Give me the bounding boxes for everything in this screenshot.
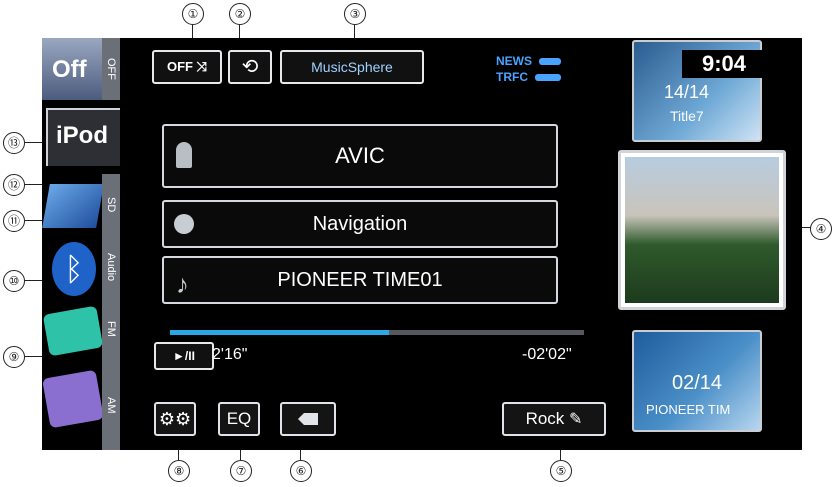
callout-5: ⑤ — [550, 460, 572, 482]
play-pause-label: ►/II — [173, 349, 195, 363]
musicsphere-button[interactable]: MusicSphere — [280, 50, 424, 84]
play-pause-button[interactable]: ►/II — [154, 342, 214, 370]
source-bluetooth-audio[interactable]: ᛒ Audio — [42, 236, 120, 298]
callout-13: ⑬ — [3, 132, 25, 154]
genre-label: Rock — [525, 409, 565, 428]
source-am[interactable]: AM — [42, 360, 120, 450]
next-track-index: 14/14 — [664, 82, 710, 102]
source-audio-tab: Audio — [102, 236, 120, 298]
source-ipod[interactable]: iPod — [42, 104, 120, 166]
news-indicator: NEWS — [496, 54, 562, 68]
album-text: Navigation — [312, 213, 408, 235]
person-icon — [176, 142, 192, 168]
eq-label: EQ — [226, 409, 252, 428]
source-off-tab: OFF — [102, 38, 120, 100]
shuffle-button[interactable]: OFF ⤨ — [152, 50, 222, 84]
back-button[interactable] — [280, 402, 336, 436]
source-off-button-label: Off — [52, 56, 87, 83]
previous-track-title: PIONEER TIM — [646, 402, 731, 417]
back-arrow-icon — [298, 413, 318, 425]
gears-icon: ⚙⚙ — [158, 409, 192, 429]
source-fm-tab: FM — [102, 298, 120, 360]
artist-row[interactable]: AVIC — [162, 124, 558, 188]
remaining-time: -02'02" — [522, 346, 572, 363]
progress-track[interactable] — [170, 330, 584, 335]
source-off[interactable]: Off OFF — [42, 38, 120, 100]
clock: 9:04 — [682, 50, 766, 78]
callout-12: ⑫ — [3, 174, 25, 196]
next-track-title: Title7 — [670, 108, 704, 124]
callout-9: ⑨ — [3, 346, 25, 368]
news-car-icon — [539, 58, 562, 65]
artist-text: AVIC — [335, 143, 385, 168]
elapsed-time: 2'16" — [212, 346, 248, 363]
musicsphere-logo: MusicSphere — [311, 59, 393, 75]
callout-1: ① — [182, 3, 204, 25]
song-row[interactable]: ♪ PIONEER TIME01 — [162, 256, 558, 304]
album-art-image — [625, 157, 779, 303]
next-track-tile[interactable]: 9:04 14/14 Title7 — [632, 40, 766, 142]
song-text: PIONEER TIME01 — [277, 269, 443, 291]
news-label: NEWS — [496, 54, 532, 68]
callout-3: ③ — [344, 3, 366, 25]
callout-8: ⑧ — [168, 460, 190, 482]
previous-track-tile[interactable]: 02/14 PIONEER TIM — [632, 330, 762, 432]
am-radio-icon — [42, 369, 104, 429]
callout-2: ② — [229, 3, 251, 25]
progress-fill — [170, 330, 390, 335]
callout-7: ⑦ — [230, 460, 252, 482]
source-sd-tab: SD — [102, 174, 120, 236]
eq-button[interactable]: EQ — [218, 402, 260, 436]
clock-text: 9:04 — [701, 51, 747, 76]
callout-6: ⑥ — [290, 460, 312, 482]
source-sd[interactable]: SD — [42, 174, 120, 236]
source-fm[interactable]: FM — [42, 298, 120, 360]
settings-button[interactable]: ⚙⚙ — [154, 402, 196, 436]
callout-4: ④ — [810, 218, 832, 240]
bluetooth-icon: ᛒ — [52, 242, 96, 296]
shuffle-label: OFF ⤨ — [166, 59, 207, 74]
trfc-label: TRFC — [496, 70, 528, 84]
source-am-tab: AM — [102, 360, 120, 450]
traffic-indicator: TRFC — [496, 70, 562, 84]
album-row[interactable]: Navigation — [162, 200, 558, 248]
music-note-icon: ♪ — [176, 269, 189, 299]
head-unit-screen: Off OFF iPod SD ᛒ Audio FM AM OFF ⤨ ⟲ Mu… — [42, 38, 802, 450]
genre-button[interactable]: Rock ✎ — [502, 402, 606, 436]
sd-card-icon — [42, 184, 104, 228]
callout-11: ⑪ — [3, 210, 25, 232]
fm-radio-icon — [42, 305, 104, 357]
source-ipod-label: iPod — [56, 122, 108, 149]
callout-10: ⑩ — [3, 270, 25, 292]
repeat-button[interactable]: ⟲ — [228, 50, 272, 84]
disc-icon — [174, 214, 194, 234]
traffic-car-icon — [535, 74, 562, 81]
repeat-icon: ⟲ — [241, 56, 259, 78]
previous-track-index: 02/14 — [672, 372, 723, 394]
guitar-icon: ✎ — [569, 411, 583, 428]
album-art — [618, 150, 786, 310]
